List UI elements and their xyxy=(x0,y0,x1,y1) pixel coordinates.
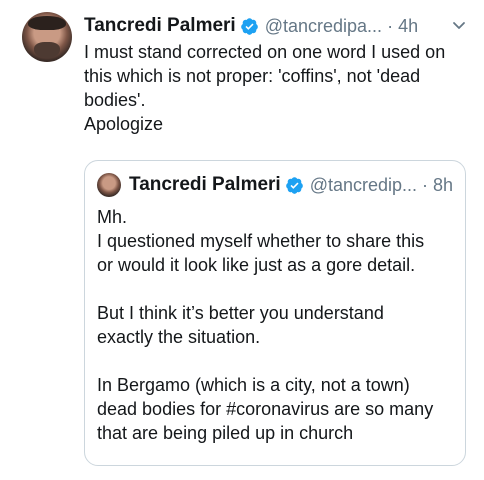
quoted-text-line: or would it look like just as a gore det… xyxy=(97,255,416,275)
avatar[interactable] xyxy=(22,12,72,62)
separator-dot: · xyxy=(387,15,394,36)
quoted-text-line: But I think it’s better you understand xyxy=(97,303,384,323)
avatar-hair xyxy=(28,16,66,30)
tweet-text-line: this which is not proper: 'coffins', not… xyxy=(84,66,421,86)
quoted-text-line: Mh. xyxy=(97,207,128,227)
verified-badge-icon xyxy=(240,17,258,35)
quoted-tweet-header: Tancredi Palmeri @tancredip... · 8h xyxy=(97,171,455,199)
quoted-text-line: I questioned myself whether to share thi… xyxy=(97,231,425,251)
author-handle[interactable]: @tancredipa... xyxy=(265,16,382,37)
tweet-text-line: I must stand corrected on one word I use… xyxy=(84,42,446,62)
tweet-text-line: Apologize xyxy=(84,114,164,134)
quoted-text-line: dead bodies for #coronavirus are so many xyxy=(97,399,434,419)
quoted-tweet-text: Mh. I questioned myself whether to share… xyxy=(97,205,453,445)
quoted-text-line: In Bergamo (which is a city, not a town) xyxy=(97,375,410,395)
avatar-beard xyxy=(34,42,60,58)
separator-dot: · xyxy=(422,174,429,195)
quoted-tweet-time: 8h xyxy=(433,174,454,195)
quoted-text-line: that are being piled up in church xyxy=(97,423,354,443)
tweet: Tancredi Palmeri @tancredipa... · 4h I m… xyxy=(0,0,484,480)
chevron-down-icon[interactable] xyxy=(452,18,466,32)
quoted-author-handle: @tancredip... xyxy=(309,174,418,195)
tweet-text: I must stand corrected on one word I use… xyxy=(84,40,474,136)
quoted-avatar xyxy=(97,173,121,197)
tweet-time[interactable]: 4h xyxy=(398,16,418,37)
verified-badge-icon xyxy=(285,176,303,194)
tweet-header: Tancredi Palmeri @tancredipa... · 4h xyxy=(84,14,470,38)
quoted-tweet[interactable]: Tancredi Palmeri @tancredip... · 8h Mh. … xyxy=(84,160,466,466)
author-name[interactable]: Tancredi Palmeri xyxy=(84,15,236,37)
quoted-author-name: Tancredi Palmeri xyxy=(129,174,281,195)
tweet-text-line: bodies'. xyxy=(84,90,146,110)
quoted-text-line: exactly the situation. xyxy=(97,327,261,347)
